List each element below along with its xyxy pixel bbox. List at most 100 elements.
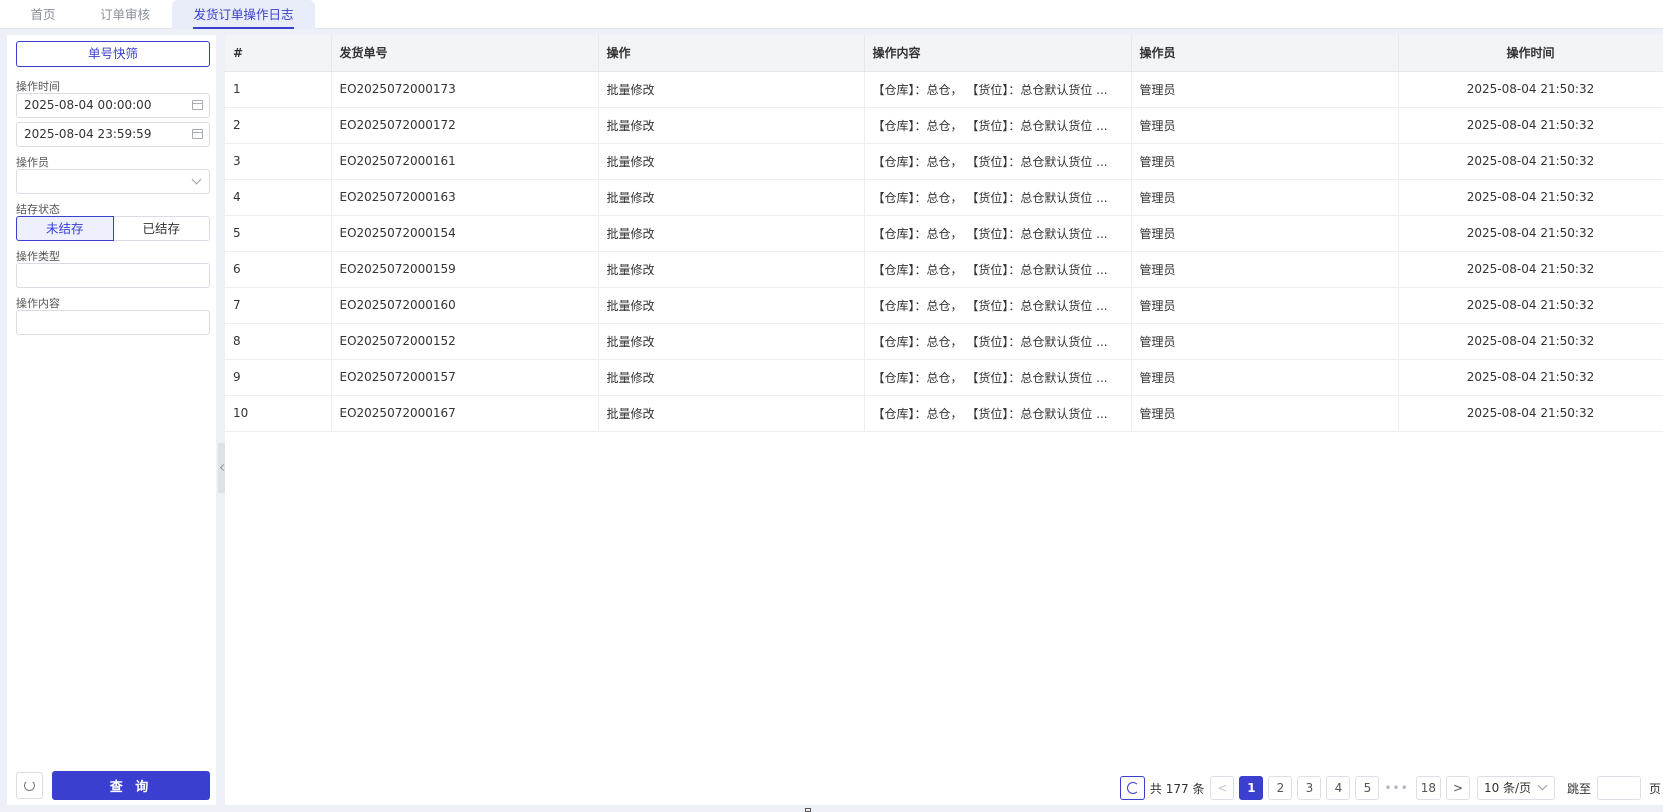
table-row[interactable]: 9 EO2025072000157 批量修改 【仓库】：总仓， 【货位】：总仓默认货位…: [225, 359, 1663, 396]
tab-shipping-order-log[interactable]: 发货订单操作日志: [172, 0, 315, 29]
page-button[interactable]: 5: [1355, 776, 1380, 800]
op-type-label: 操作类型: [16, 250, 60, 263]
cell-operation: 批量修改: [598, 251, 865, 288]
page-button[interactable]: 1: [1239, 776, 1264, 800]
cell-operator: 管理员: [1131, 287, 1399, 324]
cell-time: 2025-08-04 21:50:32: [1398, 251, 1663, 288]
cell-operator: 管理员: [1131, 251, 1399, 288]
table-row[interactable]: 8 EO2025072000152 批量修改 【仓库】：总仓， 【货位】：总仓默认货位…: [225, 323, 1663, 360]
page-button[interactable]: 4: [1326, 776, 1351, 800]
jump-label: 跳至: [1566, 781, 1591, 796]
cell-operation: 批量修改: [598, 323, 865, 360]
cell-index: 1: [225, 71, 332, 108]
prev-page-button[interactable]: <: [1210, 776, 1235, 800]
cell-content: 【仓库】：总仓， 【货位】：总仓默认货位 ...: [864, 395, 1132, 432]
cell-order-no: EO2025072000152: [331, 323, 599, 360]
refresh-icon: [24, 780, 35, 791]
cell-content: 【仓库】：总仓， 【货位】：总仓默认货位 ...: [864, 179, 1132, 216]
cell-operator: 管理员: [1131, 71, 1399, 108]
cell-order-no: EO2025072000161: [331, 143, 599, 180]
quick-filter-button[interactable]: 单号快筛: [16, 41, 210, 67]
cell-operator: 管理员: [1131, 179, 1399, 216]
cell-operator: 管理员: [1131, 323, 1399, 360]
table-row[interactable]: 10 EO2025072000167 批量修改 【仓库】：总仓， 【货位】：总仓默认货…: [225, 395, 1663, 432]
cell-operation: 批量修改: [598, 71, 865, 108]
pagination: 共 177 条 < 1 2 3 4 5 ••• 18 > 10 条/页 跳至 页: [1119, 775, 1663, 801]
table-refresh-button[interactable]: [1119, 776, 1145, 800]
cell-time: 2025-08-04 21:50:32: [1398, 323, 1663, 360]
tab-bar: 首页 订单审核 发货订单操作日志: [0, 0, 1663, 29]
table-row[interactable]: 6 EO2025072000159 批量修改 【仓库】：总仓， 【货位】：总仓默认货位…: [225, 251, 1663, 288]
cell-time: 2025-08-04 21:50:32: [1398, 215, 1663, 252]
tab-order-review[interactable]: 订单审核: [84, 0, 166, 29]
table-row[interactable]: 3 EO2025072000161 批量修改 【仓库】：总仓， 【货位】：总仓默认货位…: [225, 143, 1663, 180]
cell-time: 2025-08-04 21:50:32: [1398, 143, 1663, 180]
cell-content: 【仓库】：总仓， 【货位】：总仓默认货位 ...: [864, 71, 1132, 108]
chevron-down-icon: [191, 174, 202, 185]
query-button[interactable]: 查 询: [52, 771, 210, 800]
tab-home[interactable]: 首页: [16, 0, 70, 29]
cell-order-no: EO2025072000167: [331, 395, 599, 432]
col-header-content: 操作内容: [864, 35, 1132, 72]
cell-content: 【仓库】：总仓， 【货位】：总仓默认货位 ...: [864, 287, 1132, 324]
cell-operation: 批量修改: [598, 395, 865, 432]
cell-time: 2025-08-04 21:50:32: [1398, 71, 1663, 108]
cell-content: 【仓库】：总仓， 【货位】：总仓默认货位 ...: [864, 107, 1132, 144]
status-settled-button[interactable]: 已结存: [113, 216, 210, 241]
status-label: 结存状态: [16, 203, 60, 216]
start-time-input[interactable]: 2025-08-04 00:00:00: [16, 93, 210, 118]
page-size-select[interactable]: 10 条/页: [1476, 776, 1555, 800]
page-button[interactable]: 2: [1268, 776, 1293, 800]
cell-index: 7: [225, 287, 332, 324]
cell-order-no: EO2025072000160: [331, 287, 599, 324]
calendar-icon: [192, 100, 203, 110]
next-page-button[interactable]: >: [1445, 776, 1470, 800]
col-header-time: 操作时间: [1398, 35, 1663, 72]
cell-content: 【仓库】：总仓， 【货位】：总仓默认货位 ...: [864, 359, 1132, 396]
chevron-down-icon: [1537, 780, 1548, 791]
op-content-label: 操作内容: [16, 297, 60, 310]
op-content-input[interactable]: [16, 310, 210, 335]
cell-operation: 批量修改: [598, 359, 865, 396]
total-count: 共 177 条: [1149, 781, 1205, 796]
status-toggle: 未结存 已结存: [16, 216, 210, 241]
cell-index: 5: [225, 215, 332, 252]
operator-select[interactable]: [16, 169, 210, 194]
cell-order-no: EO2025072000173: [331, 71, 599, 108]
cell-order-no: EO2025072000157: [331, 359, 599, 396]
last-page-button[interactable]: 18: [1415, 776, 1441, 800]
status-unsettled-button[interactable]: 未结存: [16, 216, 114, 241]
cell-operation: 批量修改: [598, 287, 865, 324]
cell-content: 【仓库】：总仓， 【货位】：总仓默认货位 ...: [864, 215, 1132, 252]
col-header-operation: 操作: [598, 35, 865, 72]
calendar-icon: [192, 129, 203, 139]
reset-button[interactable]: [16, 772, 43, 799]
resize-marker: [805, 808, 811, 812]
page-ellipsis[interactable]: •••: [1384, 781, 1408, 795]
op-type-input[interactable]: [16, 263, 210, 288]
table-row[interactable]: 4 EO2025072000163 批量修改 【仓库】：总仓， 【货位】：总仓默认货位…: [225, 179, 1663, 216]
cell-order-no: EO2025072000163: [331, 179, 599, 216]
cell-content: 【仓库】：总仓， 【货位】：总仓默认货位 ...: [864, 143, 1132, 180]
table-header-row: # 发货单号 操作 操作内容 操作员 操作时间: [225, 35, 1663, 72]
table-row[interactable]: 5 EO2025072000154 批量修改 【仓库】：总仓， 【货位】：总仓默认货位…: [225, 215, 1663, 252]
col-header-operator: 操作员: [1131, 35, 1399, 72]
cell-index: 10: [225, 395, 332, 432]
table-row[interactable]: 7 EO2025072000160 批量修改 【仓库】：总仓， 【货位】：总仓默认货位…: [225, 287, 1663, 324]
log-table: # 发货单号 操作 操作内容 操作员 操作时间 1 EO2025072000173…: [225, 35, 1663, 432]
cell-time: 2025-08-04 21:50:32: [1398, 287, 1663, 324]
table-row[interactable]: 2 EO2025072000172 批量修改 【仓库】：总仓， 【货位】：总仓默认货位…: [225, 107, 1663, 144]
col-header-order-no: 发货单号: [331, 35, 599, 72]
cell-operator: 管理员: [1131, 359, 1399, 396]
page-button[interactable]: 3: [1297, 776, 1322, 800]
cell-index: 4: [225, 179, 332, 216]
end-time-input[interactable]: 2025-08-04 23:59:59: [16, 122, 210, 147]
jump-page-input[interactable]: [1596, 776, 1641, 800]
table-row[interactable]: 1 EO2025072000173 批量修改 【仓库】：总仓， 【货位】：总仓默认货位…: [225, 71, 1663, 108]
cell-operator: 管理员: [1131, 107, 1399, 144]
main-panel: # 发货单号 操作 操作内容 操作员 操作时间 1 EO2025072000173…: [225, 35, 1663, 805]
cell-time: 2025-08-04 21:50:32: [1398, 359, 1663, 396]
cell-time: 2025-08-04 21:50:32: [1398, 395, 1663, 432]
page-unit-label: 页: [1648, 781, 1661, 796]
cell-time: 2025-08-04 21:50:32: [1398, 107, 1663, 144]
